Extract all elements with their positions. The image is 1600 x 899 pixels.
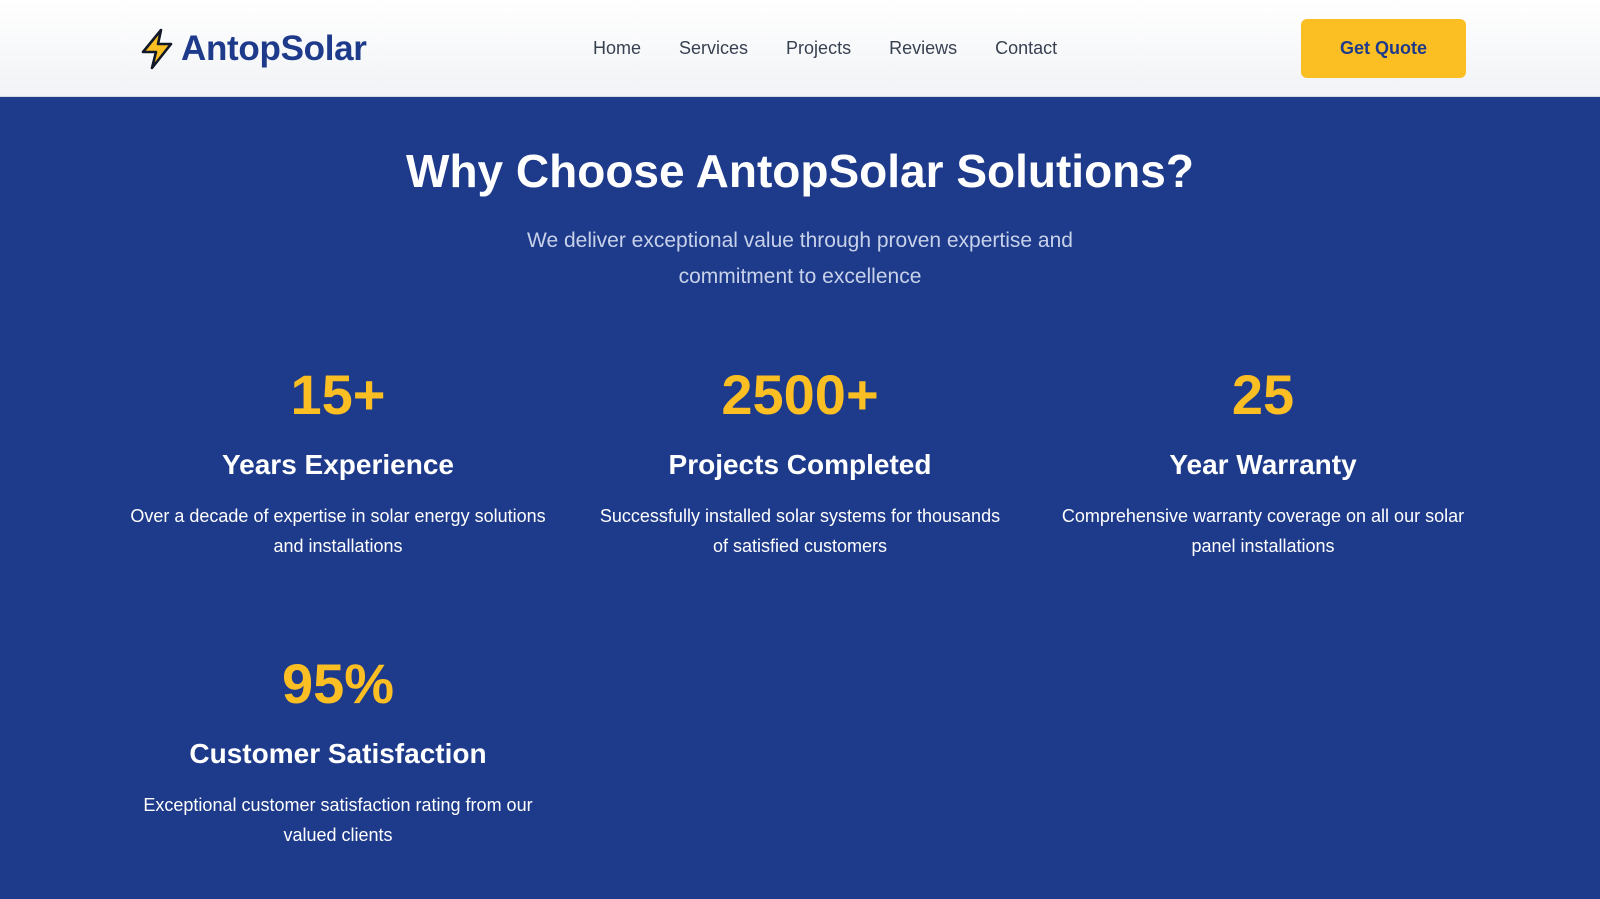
section-title: Why Choose AntopSolar Solutions? (406, 145, 1194, 197)
stat-label: Customer Satisfaction (189, 738, 487, 769)
stat-card-experience: 15+ Years Experience Over a decade of ex… (128, 363, 548, 561)
site-header: AntopSolar Home Services Projects Review… (0, 0, 1600, 97)
nav-contact-link[interactable]: Contact (995, 36, 1057, 60)
stat-description: Over a decade of expertise in solar ener… (130, 506, 546, 556)
nav-reviews-link[interactable]: Reviews (889, 36, 957, 60)
stat-value: 15+ (290, 363, 386, 426)
stat-card-satisfaction: 95% Customer Satisfaction Exceptional cu… (128, 652, 548, 850)
stat-card-warranty: 25 Year Warranty Comprehensive warranty … (1053, 363, 1473, 561)
brand-logo[interactable]: AntopSolar (137, 26, 367, 72)
brand-name: AntopSolar (181, 29, 367, 68)
main-nav: Home Services Projects Reviews Contact (593, 36, 1057, 60)
nav-projects-link[interactable]: Projects (786, 36, 851, 60)
lightning-bolt-icon (137, 28, 177, 70)
nav-services-link[interactable]: Services (679, 36, 748, 60)
stat-description: Successfully installed solar systems for… (599, 506, 1001, 556)
stat-card-projects: 2500+ Projects Completed Successfully in… (590, 363, 1010, 561)
why-choose-section: Why Choose AntopSolar Solutions? We deli… (0, 97, 1600, 899)
stat-value: 95% (281, 652, 395, 715)
stat-value: 25 (1231, 363, 1295, 426)
stat-label: Year Warranty (1169, 449, 1357, 480)
section-subtitle: We deliver exceptional value through pro… (527, 229, 1073, 288)
get-quote-button[interactable]: Get Quote (1301, 19, 1466, 78)
stat-description: Exceptional customer satisfaction rating… (143, 795, 533, 845)
nav-home-link[interactable]: Home (593, 36, 641, 60)
stat-description: Comprehensive warranty coverage on all o… (1061, 506, 1465, 556)
stat-label: Projects Completed (668, 449, 932, 480)
stat-value: 2500+ (721, 363, 879, 426)
stat-label: Years Experience (222, 449, 454, 480)
